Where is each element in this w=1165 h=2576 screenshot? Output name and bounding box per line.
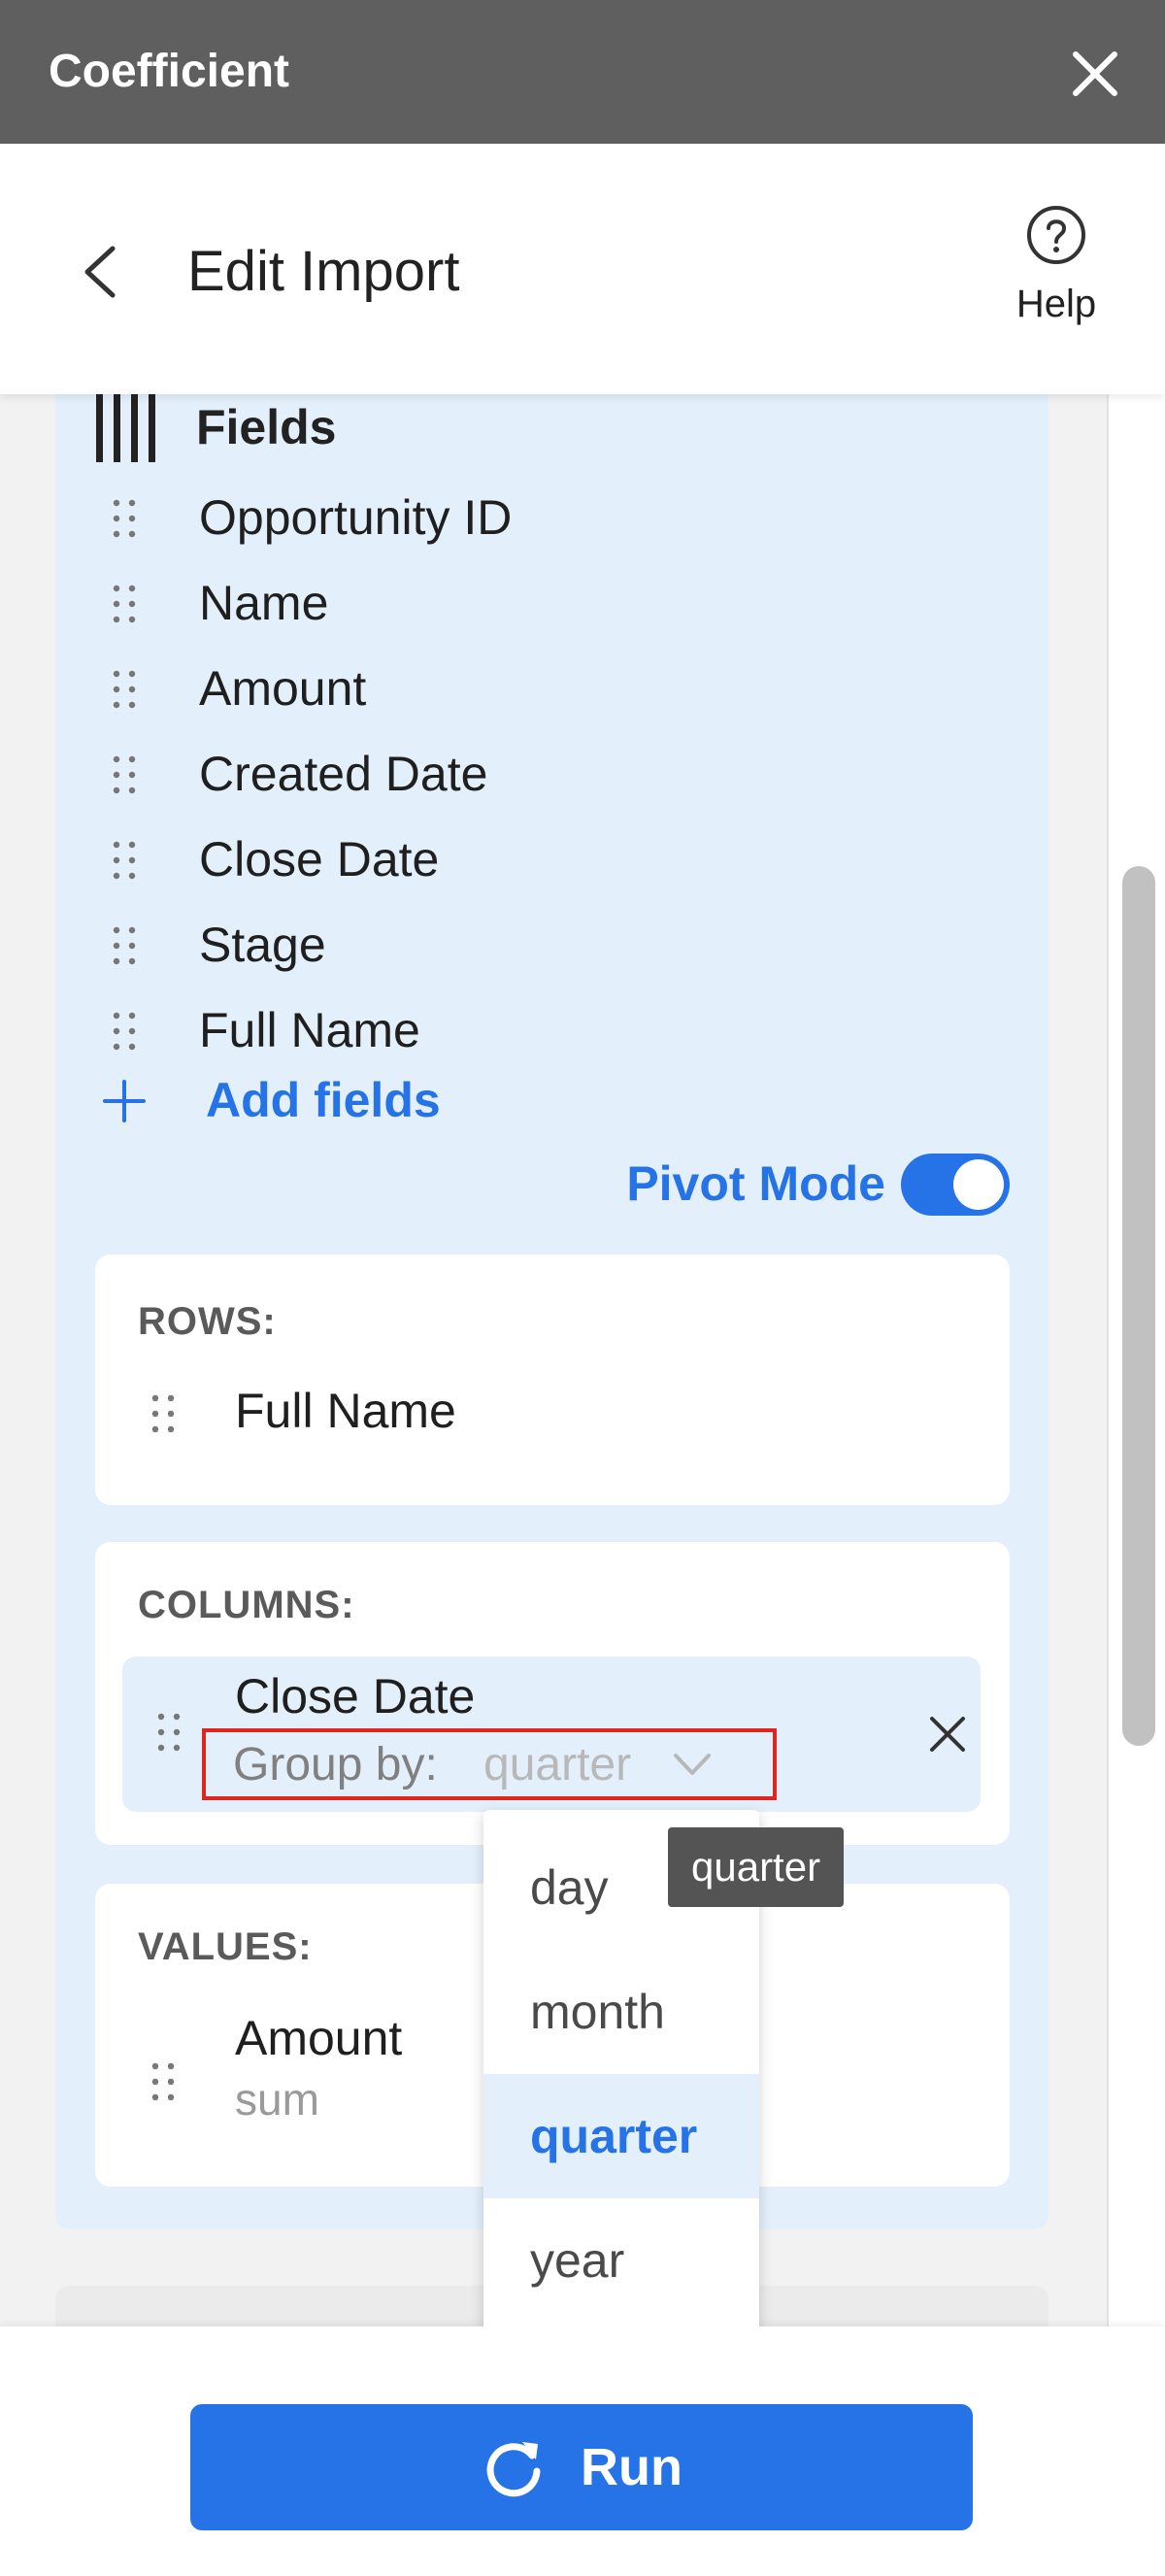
columns-heading: COLUMNS:: [138, 1584, 355, 1626]
rows-card: ROWS: Full Name: [95, 1255, 1010, 1505]
add-fields-label: Add fields: [206, 1073, 441, 1127]
column-item[interactable]: Close Date Group by: quarter: [122, 1656, 981, 1812]
run-button[interactable]: Run: [190, 2404, 973, 2530]
field-item-name: Full Name: [199, 1003, 420, 1057]
field-item[interactable]: Stage: [105, 911, 979, 979]
toggle-knob: [953, 1159, 1004, 1210]
values-heading: VALUES:: [138, 1925, 313, 1968]
question-circle-icon: [1027, 206, 1085, 264]
column-field-name: Close Date: [235, 1669, 476, 1723]
drag-handle-icon[interactable]: [105, 839, 144, 882]
group-by-value: quarter: [483, 1739, 632, 1790]
app-title: Coefficient: [49, 46, 290, 97]
remove-icon[interactable]: [924, 1711, 971, 1757]
group-by-select[interactable]: Group by: quarter: [202, 1728, 777, 1800]
page-header: Edit Import Help: [0, 144, 1165, 394]
tooltip: quarter: [668, 1827, 845, 1907]
pivot-mode-label: Pivot Mode: [626, 1156, 885, 1211]
field-item-name: Name: [199, 576, 329, 630]
drag-handle-icon[interactable]: [105, 497, 144, 540]
import-settings-scroll-area[interactable]: Fields Opportunity ID Name Amount Created D…: [0, 394, 1165, 2326]
value-field-name: Amount: [235, 2011, 403, 2065]
rows-heading: ROWS:: [138, 1300, 277, 1343]
columns-icon: [96, 394, 155, 462]
footer: Run: [0, 2326, 1165, 2576]
columns-card: COLUMNS: Close Date Group by: quarter: [95, 1542, 1010, 1845]
group-by-label: Group by:: [233, 1739, 438, 1790]
field-item[interactable]: Created Date: [105, 740, 979, 808]
drag-handle-icon[interactable]: [150, 1711, 188, 1754]
field-item-name: Close Date: [199, 832, 440, 887]
app-titlebar: Coefficient: [0, 0, 1165, 144]
field-item-name: Opportunity ID: [199, 490, 513, 545]
drag-handle-icon[interactable]: [105, 583, 144, 625]
help-label: Help: [1015, 283, 1097, 325]
dropdown-option-quarter[interactable]: quarter: [483, 2074, 759, 2198]
add-fields-button[interactable]: Add fields: [101, 1066, 683, 1134]
fields-heading-label: Fields: [196, 400, 337, 454]
refresh-icon: [486, 2442, 541, 2497]
dropdown-option-month[interactable]: month: [483, 1950, 759, 2074]
drag-handle-icon[interactable]: [105, 924, 144, 967]
dropdown-option-year[interactable]: year: [483, 2198, 759, 2323]
field-item[interactable]: Amount: [105, 654, 979, 722]
field-item[interactable]: Name: [105, 569, 979, 637]
drag-handle-icon[interactable]: [105, 668, 144, 711]
field-item[interactable]: Close Date: [105, 825, 979, 893]
chevron-down-icon: [674, 1754, 711, 1775]
field-item[interactable]: Opportunity ID: [105, 484, 979, 552]
drag-handle-icon[interactable]: [105, 1010, 144, 1053]
chevron-left-icon[interactable]: [70, 233, 128, 311]
close-icon[interactable]: [1066, 45, 1124, 103]
help-button[interactable]: Help: [1000, 204, 1113, 340]
field-item[interactable]: Full Name: [105, 996, 979, 1064]
field-item-name: Created Date: [199, 747, 488, 801]
plus-icon: [103, 1080, 146, 1122]
run-label: Run: [581, 2438, 682, 2496]
drag-handle-icon[interactable]: [144, 2060, 183, 2103]
row-field-name: Full Name: [235, 1384, 456, 1438]
scrollbar-thumb[interactable]: [1122, 866, 1155, 1746]
pivot-mode-toggle[interactable]: [901, 1154, 1010, 1216]
drag-handle-icon[interactable]: [144, 1392, 183, 1435]
field-item-name: Stage: [199, 918, 326, 972]
page-title: Edit Import: [187, 240, 460, 303]
pivot-mode: Pivot Mode: [610, 1150, 1010, 1218]
field-item-name: Amount: [199, 661, 367, 716]
drag-handle-icon[interactable]: [105, 753, 144, 796]
value-aggregation: sum: [235, 2074, 319, 2124]
